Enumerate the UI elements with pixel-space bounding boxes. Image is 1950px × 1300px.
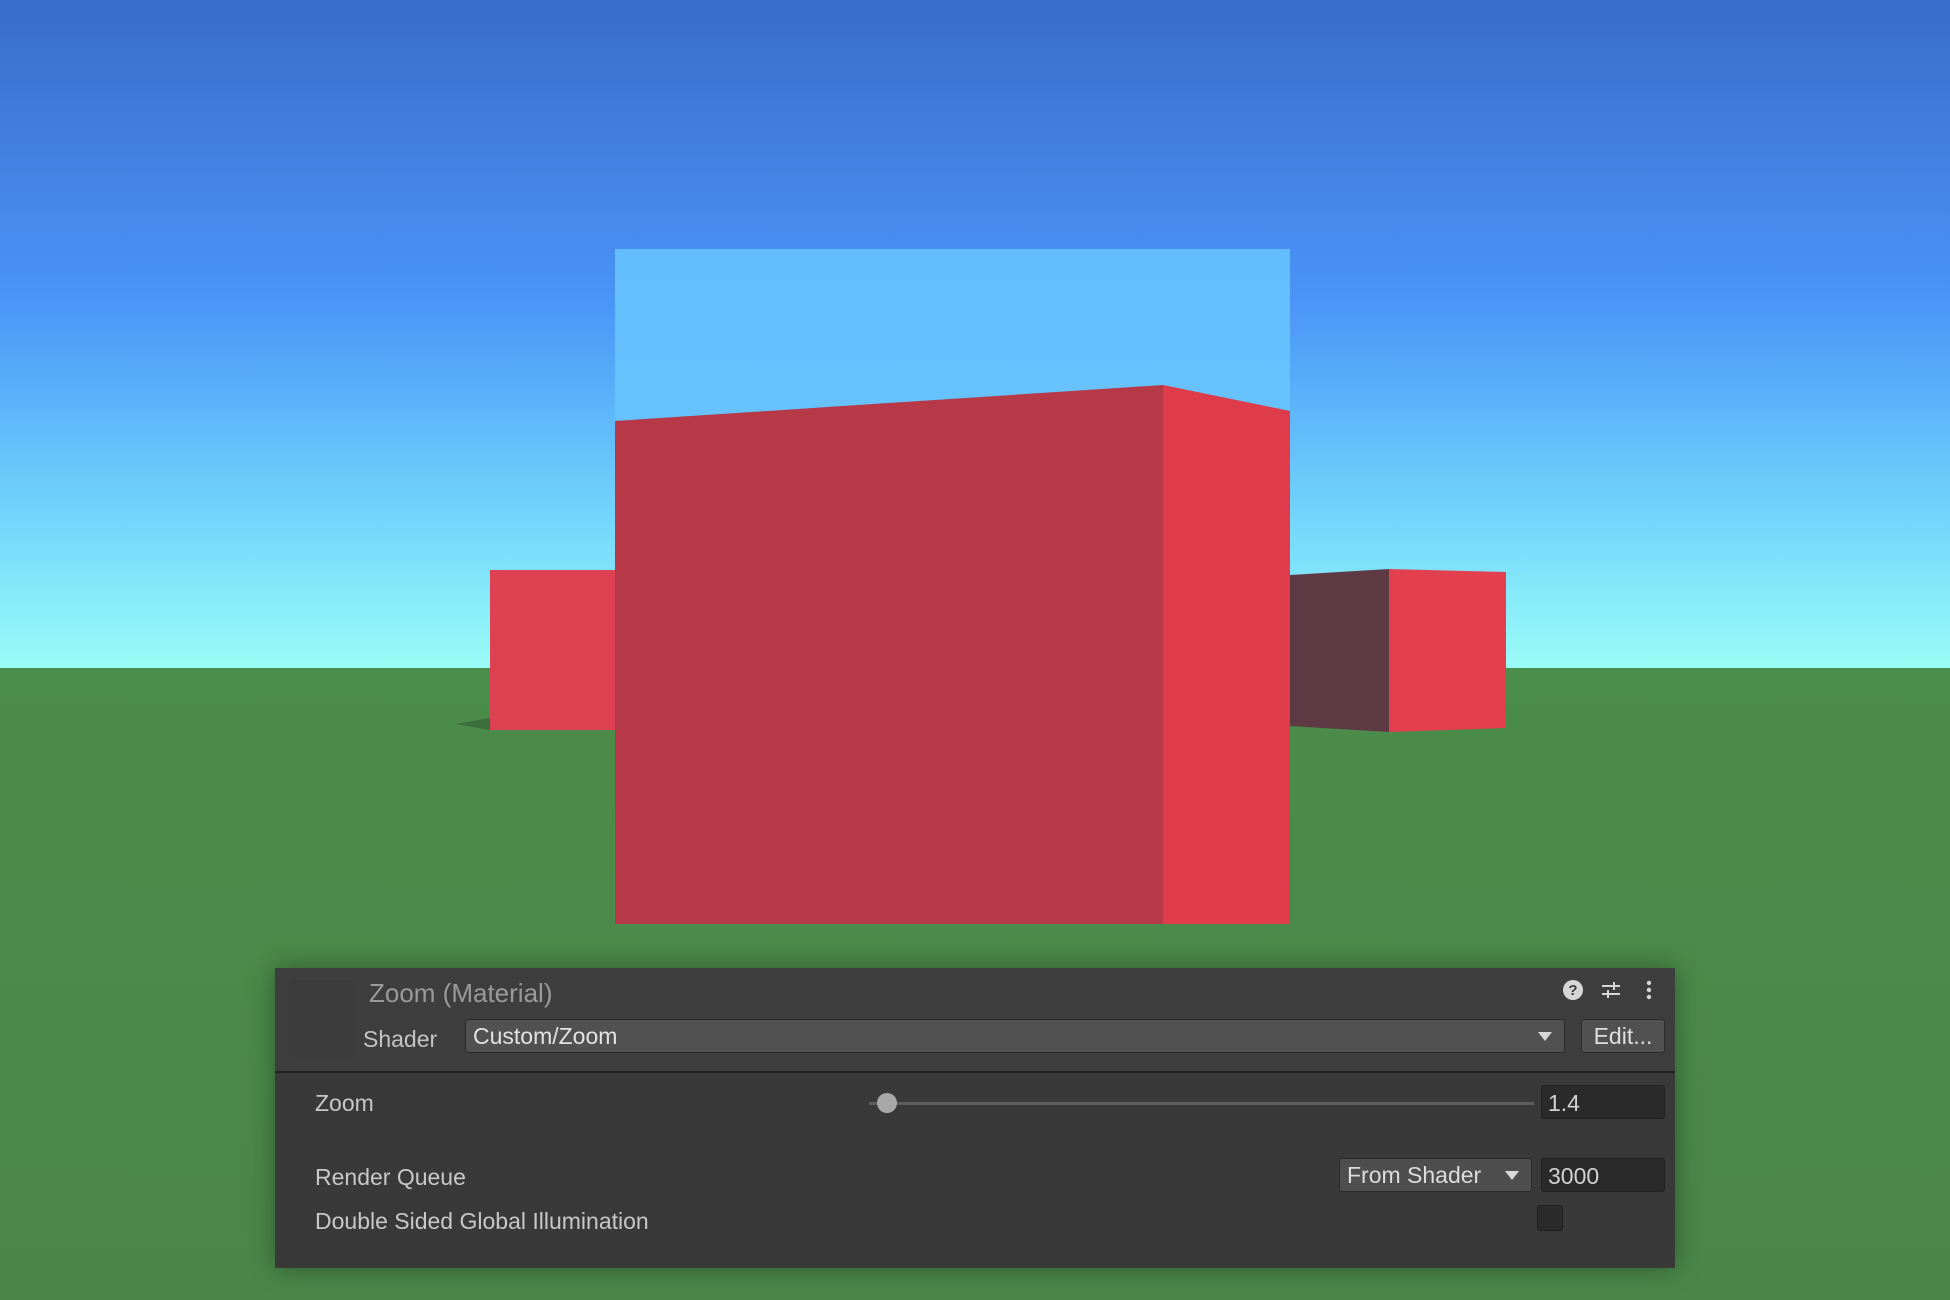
help-icon[interactable]: ?: [1561, 978, 1585, 1002]
double-sided-gi-checkbox[interactable]: [1537, 1205, 1563, 1231]
render-queue-value-field[interactable]: 3000: [1541, 1158, 1665, 1192]
chevron-down-icon: [1505, 1171, 1519, 1180]
svg-text:?: ?: [1568, 982, 1577, 999]
chevron-down-icon: [1538, 1032, 1552, 1041]
render-queue-mode: From Shader: [1347, 1162, 1482, 1188]
more-menu-icon[interactable]: [1637, 978, 1661, 1002]
right-cube-dark-side: [1290, 569, 1389, 732]
material-inspector: Zoom (Material) ? Shader Custom/Zoom Edi…: [275, 968, 1675, 1268]
zoom-value-field[interactable]: 1.4: [1541, 1085, 1665, 1119]
material-title: Zoom (Material): [369, 978, 553, 1008]
right-cube-front: [1389, 569, 1506, 732]
zoom-slider-thumb[interactable]: [877, 1093, 897, 1113]
render-queue-label: Render Queue: [315, 1164, 466, 1190]
zoom-cube-side-face: [1163, 385, 1290, 924]
left-cube: [490, 570, 620, 730]
double-sided-gi-label: Double Sided Global Illumination: [315, 1208, 649, 1234]
shader-label: Shader: [363, 1026, 438, 1052]
shader-dropdown[interactable]: Custom/Zoom: [465, 1019, 1565, 1053]
zoom-cube-front-face: [615, 385, 1163, 924]
edit-shader-button[interactable]: Edit...: [1581, 1019, 1665, 1053]
render-queue-mode-dropdown[interactable]: From Shader: [1339, 1158, 1532, 1192]
shader-value: Custom/Zoom: [473, 1023, 618, 1049]
material-preview-thumbnail[interactable]: [289, 980, 353, 1058]
inspector-header: Zoom (Material) ? Shader Custom/Zoom Edi…: [275, 968, 1675, 1073]
zoom-label: Zoom: [315, 1090, 374, 1116]
header-icons: ?: [1561, 978, 1661, 1002]
preset-sliders-icon[interactable]: [1599, 978, 1623, 1002]
zoom-slider-track[interactable]: [869, 1102, 1534, 1105]
